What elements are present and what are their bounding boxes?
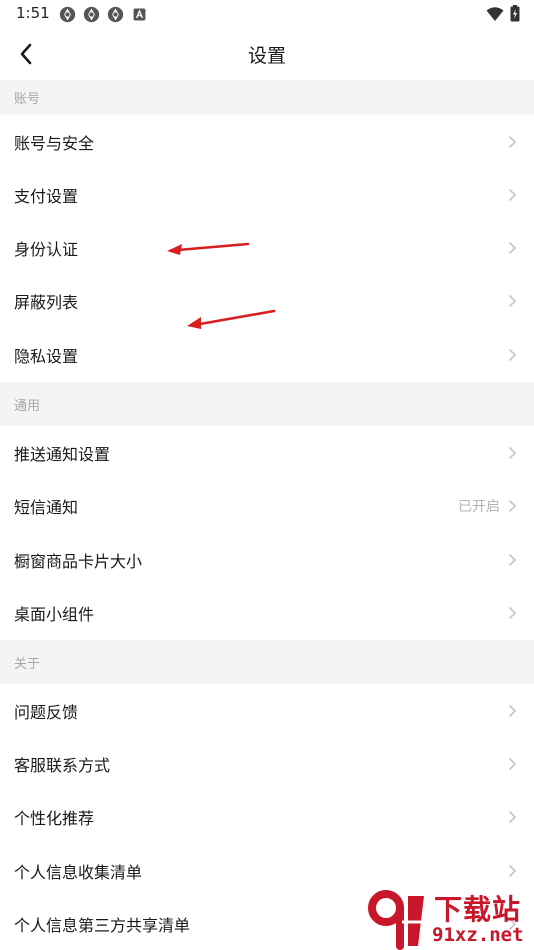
settings-item-sms-notifications[interactable]: 短信通知 已开启 (0, 479, 534, 532)
settings-item-label: 支付设置 (14, 186, 79, 206)
watermark-domain: 91xz.net (432, 924, 524, 946)
chevron-right-icon (508, 864, 517, 877)
settings-item-payment[interactable]: 支付设置 (0, 168, 534, 221)
chevron-right-icon (508, 606, 517, 619)
settings-item-label: 推送通知设置 (14, 444, 111, 464)
settings-item-personalized-recommendation[interactable]: 个性化推荐 (0, 790, 534, 843)
chevron-right-icon (508, 553, 517, 566)
section-header-about: 关于 (0, 640, 534, 684)
settings-item-feedback[interactable]: 问题反馈 (0, 684, 534, 737)
title-bar: 设置 (0, 28, 534, 80)
settings-item-label: 个人信息第三方共享清单 (14, 915, 191, 935)
settings-item-privacy[interactable]: 隐私设置 (0, 328, 534, 381)
watermark-brand: 下载站 (434, 893, 522, 926)
chevron-right-icon (508, 294, 517, 307)
settings-item-showcase-card-size[interactable]: 橱窗商品卡片大小 (0, 533, 534, 586)
status-time: 1:51 (16, 4, 50, 22)
settings-item-label: 短信通知 (14, 497, 79, 517)
settings-item-customer-service[interactable]: 客服联系方式 (0, 737, 534, 790)
chevron-right-icon (508, 241, 517, 254)
aperture-icon (59, 6, 76, 23)
settings-item-label: 桌面小组件 (14, 604, 95, 624)
a-box-icon (133, 8, 146, 21)
chevron-right-icon (508, 757, 517, 770)
chevron-right-icon (508, 348, 517, 361)
battery-charging-icon (510, 5, 520, 22)
chevron-right-icon (508, 810, 517, 823)
settings-item-desktop-widget[interactable]: 桌面小组件 (0, 586, 534, 639)
annotation-arrow-identity (167, 242, 250, 255)
status-system-icons (486, 5, 520, 22)
sms-status-value: 已开启 (458, 498, 500, 515)
settings-item-identity-verification[interactable]: 身份认证 (0, 221, 534, 274)
aperture-icon (83, 6, 100, 23)
watermark: 下载站 91xz.net (362, 886, 534, 950)
settings-item-label: 屏蔽列表 (14, 292, 79, 312)
settings-item-label: 个性化推荐 (14, 808, 95, 828)
watermark-logo (368, 890, 428, 950)
status-notification-icons (59, 6, 148, 23)
status-bar: 1:51 (0, 0, 534, 28)
settings-item-label: 客服联系方式 (14, 755, 111, 775)
chevron-right-icon (508, 704, 517, 717)
settings-item-push-notifications[interactable]: 推送通知设置 (0, 426, 534, 479)
settings-item-label: 橱窗商品卡片大小 (14, 551, 143, 571)
settings-item-label: 问题反馈 (14, 702, 79, 722)
settings-item-account-security[interactable]: 账号与安全 (0, 115, 534, 168)
chevron-right-icon (508, 499, 517, 512)
wifi-icon (486, 6, 504, 21)
settings-item-label: 个人信息收集清单 (14, 862, 143, 882)
section-header-general: 通用 (0, 382, 534, 426)
chevron-right-icon (508, 135, 517, 148)
chevron-right-icon (508, 188, 517, 201)
settings-item-label: 隐私设置 (14, 346, 79, 366)
annotation-arrow-block-list (187, 309, 276, 329)
aperture-icon (107, 6, 124, 23)
section-header-account: 账号 (0, 80, 534, 115)
page-title: 设置 (247, 45, 286, 67)
settings-item-label: 身份认证 (14, 239, 79, 259)
settings-item-label: 账号与安全 (14, 133, 95, 153)
chevron-right-icon (508, 446, 517, 459)
